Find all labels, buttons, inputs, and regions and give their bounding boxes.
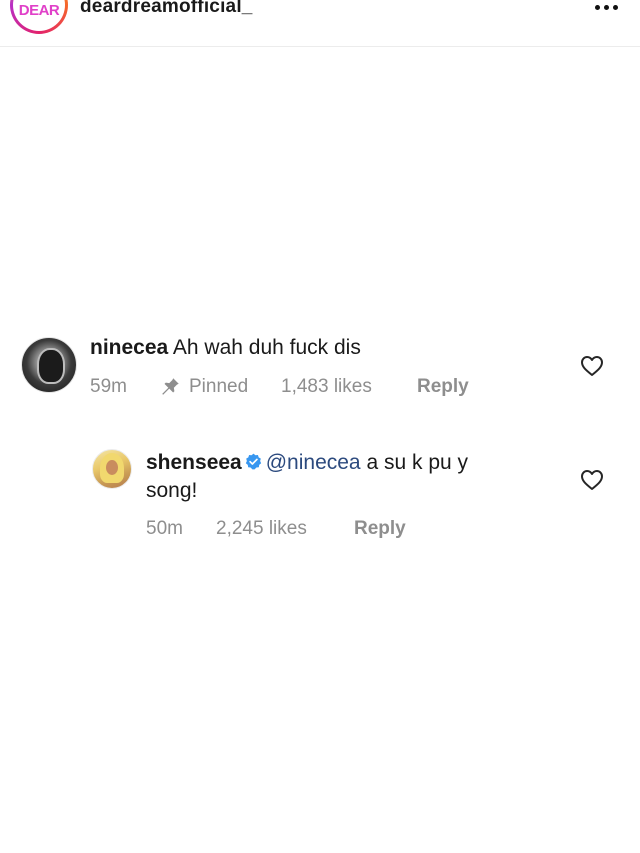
verified-badge-icon xyxy=(245,454,261,470)
reply-body: shenseea @ninecea a su k pu y song! xyxy=(146,449,566,505)
account-username[interactable]: deardreamofficial_ xyxy=(80,0,253,18)
pin-icon xyxy=(162,378,179,395)
reply-username[interactable]: shenseea xyxy=(146,451,242,474)
dot xyxy=(613,5,618,10)
logo-text: DEAR xyxy=(18,2,60,19)
likes-count[interactable]: 1,483 likes xyxy=(281,376,372,398)
avatar-inner: DEAR xyxy=(13,0,65,31)
account-avatar[interactable]: DEAR xyxy=(10,0,68,34)
reply-button[interactable]: Reply xyxy=(417,376,469,398)
comment-username[interactable]: ninecea xyxy=(90,336,168,359)
post-header: DEAR deardreamofficial_ xyxy=(0,0,640,47)
mention-link[interactable]: @ninecea xyxy=(266,451,361,474)
reply-text-line1: a su k pu y xyxy=(366,451,469,474)
reply-text-line2: song! xyxy=(146,479,198,502)
comment-body: ninecea Ah wah duh fuck dis xyxy=(90,334,361,362)
likes-count[interactable]: 2,245 likes xyxy=(216,518,307,540)
avatar-face xyxy=(37,348,65,384)
comment-text: Ah wah duh fuck dis xyxy=(172,336,361,359)
dot xyxy=(595,5,600,10)
heart-icon[interactable] xyxy=(580,469,604,491)
reply-button[interactable]: Reply xyxy=(354,518,406,540)
avatar-face xyxy=(106,460,118,475)
heart-icon[interactable] xyxy=(580,355,604,377)
more-options-icon[interactable] xyxy=(595,5,619,11)
reply-avatar[interactable] xyxy=(92,449,132,489)
reply-time: 50m xyxy=(146,518,183,539)
dot xyxy=(604,5,609,10)
pinned-label: Pinned xyxy=(189,376,249,397)
commenter-avatar[interactable] xyxy=(21,337,77,393)
comment-time: 59m xyxy=(90,376,127,397)
